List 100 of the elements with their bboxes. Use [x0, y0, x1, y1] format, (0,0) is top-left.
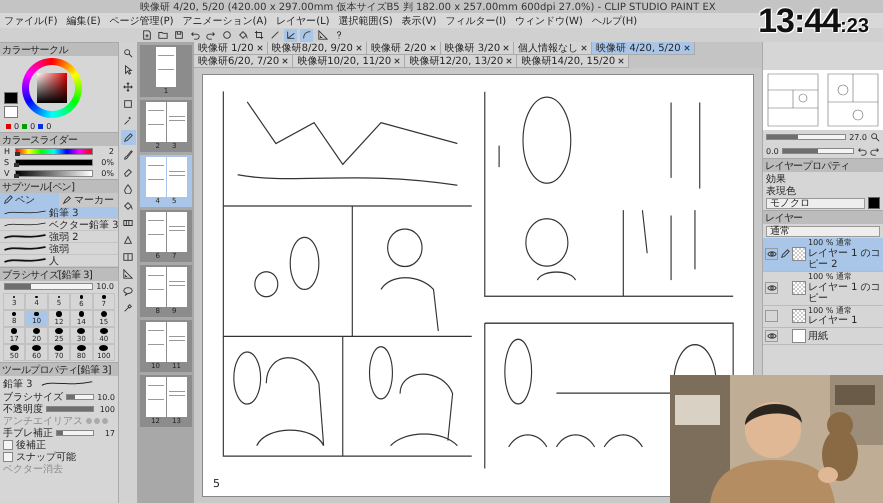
slider-reading: 0% — [100, 169, 114, 178]
brush-item[interactable]: 強弱 2 — [0, 231, 118, 243]
brush-item[interactable]: ベクター鉛筆 3 — [0, 219, 118, 231]
brush-item[interactable]: 鉛筆 3 — [0, 207, 118, 219]
document-tab[interactable]: 映像研 1/20 — [194, 42, 268, 55]
close-icon[interactable] — [394, 58, 400, 64]
close-icon[interactable] — [503, 45, 510, 51]
zoom-value: 27.0 — [849, 132, 867, 142]
tool-button[interactable] — [120, 266, 136, 281]
color-mode-dropdown[interactable]: モノクロ — [766, 198, 865, 208]
color-slider[interactable] — [15, 148, 93, 155]
dot-icon — [12, 312, 16, 316]
panel-title: カラースライダー — [2, 134, 78, 146]
toolbar-button[interactable] — [300, 28, 313, 42]
page-thumbnail — [166, 102, 186, 142]
close-icon[interactable] — [618, 58, 624, 64]
property-slider[interactable] — [56, 430, 94, 436]
slider-reading: 0% — [100, 158, 114, 167]
redo-icon — [206, 30, 216, 40]
layer-row[interactable]: 用紙 — [763, 328, 883, 346]
dot-icon — [10, 345, 19, 351]
menu-item[interactable]: アニメーション(A) — [182, 14, 268, 28]
property-slider[interactable] — [66, 394, 94, 400]
color-slider[interactable] — [15, 159, 93, 166]
toolbar-button[interactable] — [252, 28, 265, 42]
color-slider[interactable] — [15, 170, 93, 177]
toolbar-button[interactable] — [172, 28, 185, 42]
toolbar-button[interactable] — [284, 28, 297, 42]
close-icon[interactable] — [282, 58, 288, 64]
sub-color-swatch[interactable] — [4, 106, 18, 118]
checkbox[interactable] — [3, 452, 13, 462]
checkbox[interactable] — [3, 440, 13, 450]
document-tab[interactable]: 映像研 4/20, 5/20 — [592, 42, 695, 55]
menu-item[interactable]: ヘルプ(H) — [592, 14, 638, 28]
menu-item[interactable]: レイヤー(L) — [276, 14, 330, 28]
slider-thumb[interactable] — [14, 174, 19, 178]
slider-label: V — [4, 169, 10, 178]
document-tab[interactable]: 映像研10/20, 11/20 — [293, 55, 406, 68]
eye-icon[interactable] — [765, 330, 778, 342]
window-title: 映像研 4/20, 5/20 (420.00 x 297.00mm 仮本サイズB5 判 182.00 x 257.00mm 600dpi 27.0%) - CLIP STUDIO PAINT EX — [140, 0, 716, 14]
blend-mode-dropdown[interactable]: 通常 — [766, 226, 880, 236]
dot-icon — [33, 328, 40, 334]
panel-title: サブツール[ペン] — [2, 180, 74, 194]
layer-row[interactable]: 100 % 通常 レイヤー 1 のコピー — [763, 272, 883, 306]
stroke-icon — [3, 256, 47, 265]
stroke-icon — [3, 232, 47, 241]
menu-item[interactable]: 編集(E) — [66, 14, 101, 28]
close-icon[interactable] — [581, 45, 588, 51]
toolbar-button[interactable] — [220, 28, 233, 42]
brush-icon — [123, 150, 133, 160]
main-color-swatch[interactable] — [4, 92, 18, 104]
layer-color-swatch[interactable] — [868, 197, 880, 209]
folder-icon — [158, 30, 168, 40]
channel-value: 0 — [14, 122, 20, 130]
slider-thumb[interactable] — [14, 152, 20, 156]
curve-icon — [302, 30, 312, 40]
size-slider[interactable] — [4, 283, 93, 290]
toolbar-button[interactable] — [140, 28, 153, 42]
close-icon[interactable] — [256, 45, 263, 51]
dot-icon — [56, 311, 62, 317]
sub-tool-tab[interactable]: マーカー — [59, 193, 118, 207]
stroke-icon — [3, 244, 47, 253]
menu-item[interactable]: ページ管理(P) — [110, 14, 174, 28]
layer-row[interactable]: 100 % 通常 レイヤー 1 — [763, 306, 883, 328]
property-label: 不透明度 — [3, 402, 43, 416]
eyedropper-icon — [123, 302, 133, 312]
dot-icon — [10, 328, 18, 334]
page-thumbnail — [166, 377, 186, 417]
page-thumbnail — [146, 102, 166, 142]
wand-icon — [123, 116, 133, 126]
layer-row[interactable]: 100 % 通常 レイヤー 1 のコピー 2 — [763, 238, 883, 272]
toolbar-button[interactable] — [316, 28, 329, 42]
document-tab[interactable]: 映像研8/20, 9/20 — [268, 42, 367, 55]
document-tab[interactable]: 個人情報なし — [514, 42, 592, 55]
eye-icon[interactable] — [765, 248, 778, 260]
menu-item[interactable]: 選択範囲(S) — [338, 14, 393, 28]
sub-tool-tab[interactable]: ペン — [0, 193, 59, 207]
document-tab[interactable]: 映像研12/20, 13/20 — [405, 55, 518, 68]
document-tab[interactable]: 映像研 3/20 — [440, 42, 514, 55]
color-square[interactable] — [37, 73, 67, 103]
close-icon[interactable] — [684, 45, 690, 51]
document-tab[interactable]: 映像研6/20, 7/20 — [194, 55, 294, 68]
menu-item[interactable]: ウィンドウ(W) — [515, 14, 583, 28]
property-label: アンチエイリアス — [3, 415, 83, 428]
close-icon[interactable] — [430, 45, 436, 51]
close-icon[interactable] — [356, 45, 362, 51]
document-tab[interactable]: 映像研14/20, 15/20 — [517, 55, 630, 68]
undo-icon — [190, 30, 200, 40]
menu-item[interactable]: 表示(V) — [402, 14, 436, 28]
close-icon[interactable] — [506, 58, 512, 64]
brush-item[interactable]: 強弱 — [0, 243, 118, 255]
dot-icon — [35, 296, 38, 298]
slider-thumb[interactable] — [14, 163, 19, 167]
tool-button[interactable] — [120, 130, 136, 145]
eye-icon[interactable] — [765, 282, 778, 294]
document-tab[interactable]: 映像研 2/20 — [366, 42, 441, 55]
menu-item[interactable]: ファイル(F) — [4, 14, 58, 28]
menu-item[interactable]: フィルター(I) — [445, 14, 506, 28]
zoom-slider[interactable] — [766, 134, 846, 140]
rotate-slider[interactable] — [782, 148, 854, 154]
